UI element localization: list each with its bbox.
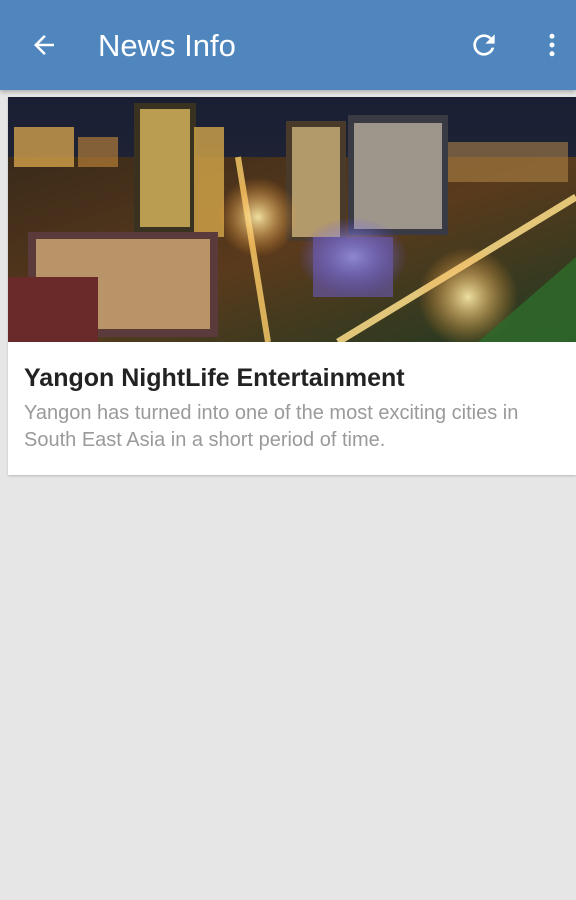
news-card[interactable]: Yangon NightLife Entertainment Yangon ha… (8, 97, 576, 475)
refresh-button[interactable] (464, 25, 504, 65)
news-summary: Yangon has turned into one of the most e… (24, 402, 519, 451)
page-title: News Info (98, 28, 236, 63)
back-arrow-icon (34, 35, 54, 55)
app-bar: News Info (0, 0, 576, 90)
news-title: Yangon NightLife Entertainment (24, 364, 405, 392)
refresh-icon (473, 34, 495, 56)
back-button[interactable] (24, 25, 64, 65)
news-photo (8, 97, 576, 342)
more-vert-icon (549, 33, 555, 57)
more-options-button[interactable] (532, 25, 572, 65)
